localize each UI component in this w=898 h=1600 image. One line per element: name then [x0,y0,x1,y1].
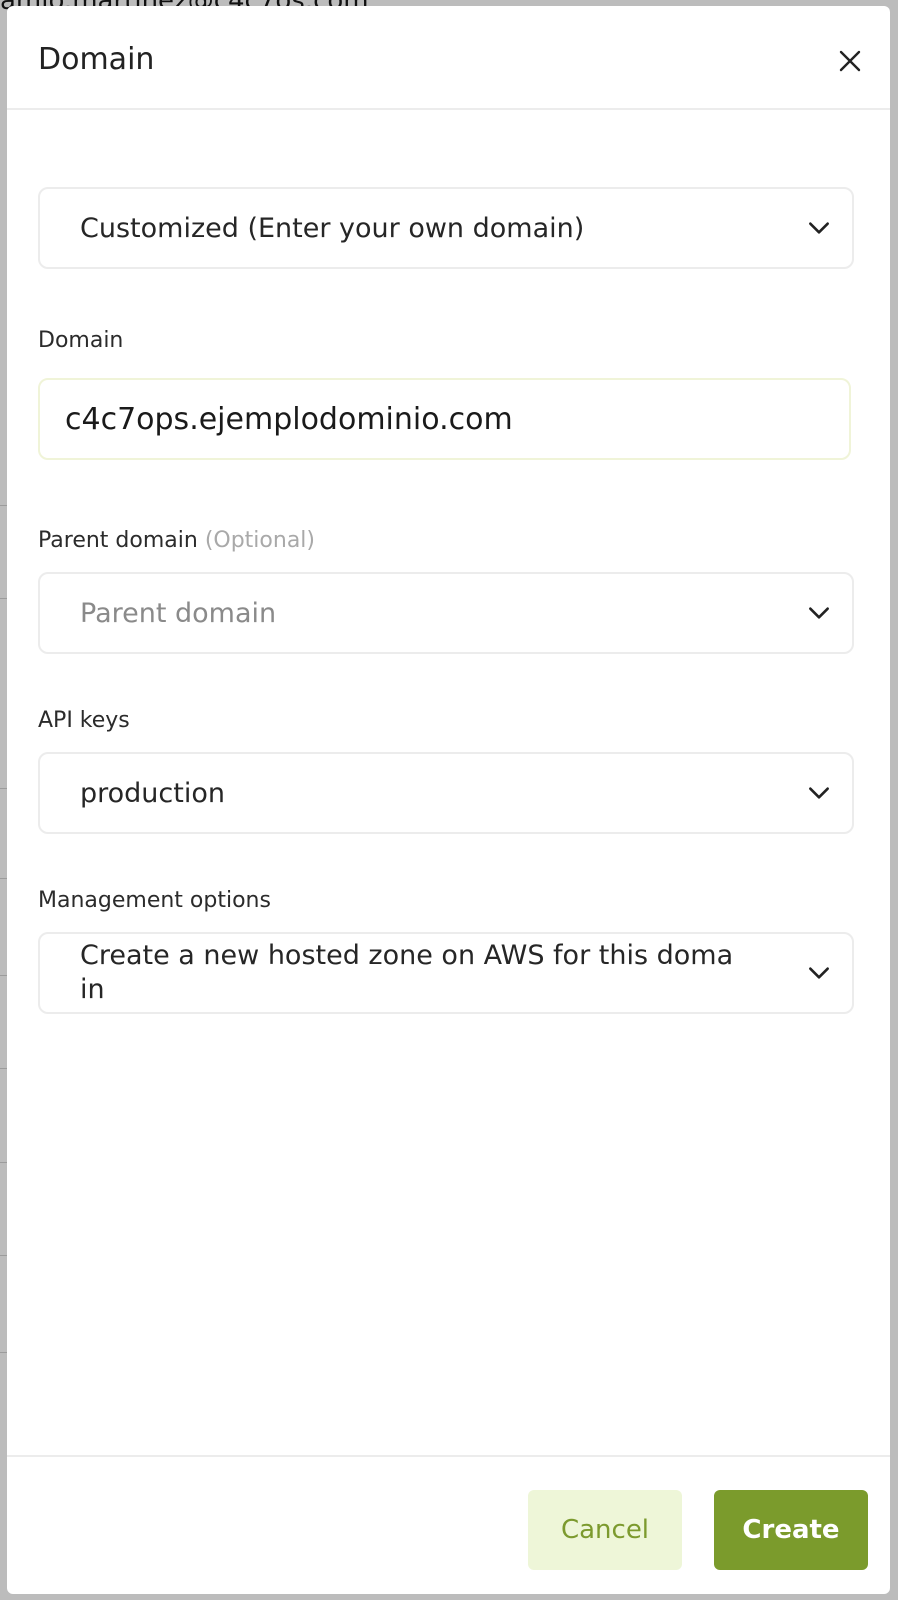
management-options-select[interactable]: Create a new hosted zone on AWS for this… [38,932,854,1014]
domain-type-select[interactable]: Customized (Enter your own domain) [38,187,854,269]
cancel-button[interactable]: Cancel [528,1490,682,1570]
create-button[interactable]: Create [714,1490,868,1570]
optional-tag: (Optional) [204,528,315,553]
chevron-down-icon [809,222,829,234]
parent-domain-placeholder: Parent domain [80,597,277,629]
domain-modal: Domain Customized (Enter your own domain… [7,6,890,1594]
parent-domain-label-text: Parent domain [38,528,198,553]
chevron-down-icon [809,787,829,799]
domain-input[interactable] [38,378,851,460]
close-button[interactable] [830,41,870,81]
chevron-down-icon [809,967,829,979]
modal-footer: Cancel Create [7,1455,890,1594]
chevron-down-icon [809,607,829,619]
domain-type-value: Customized (Enter your own domain) [80,212,585,244]
modal-title: Domain [38,42,155,77]
modal-header: Domain [7,6,890,110]
close-icon [839,50,861,72]
api-keys-select[interactable]: production [38,752,854,834]
management-options-label: Management options [38,888,271,913]
parent-domain-select[interactable]: Parent domain [38,572,854,654]
api-keys-label: API keys [38,708,130,733]
management-options-value: Create a new hosted zone on AWS for this… [80,940,734,1005]
parent-domain-label: Parent domain (Optional) [38,528,315,553]
api-keys-value: production [80,777,225,809]
domain-label: Domain [38,328,124,353]
